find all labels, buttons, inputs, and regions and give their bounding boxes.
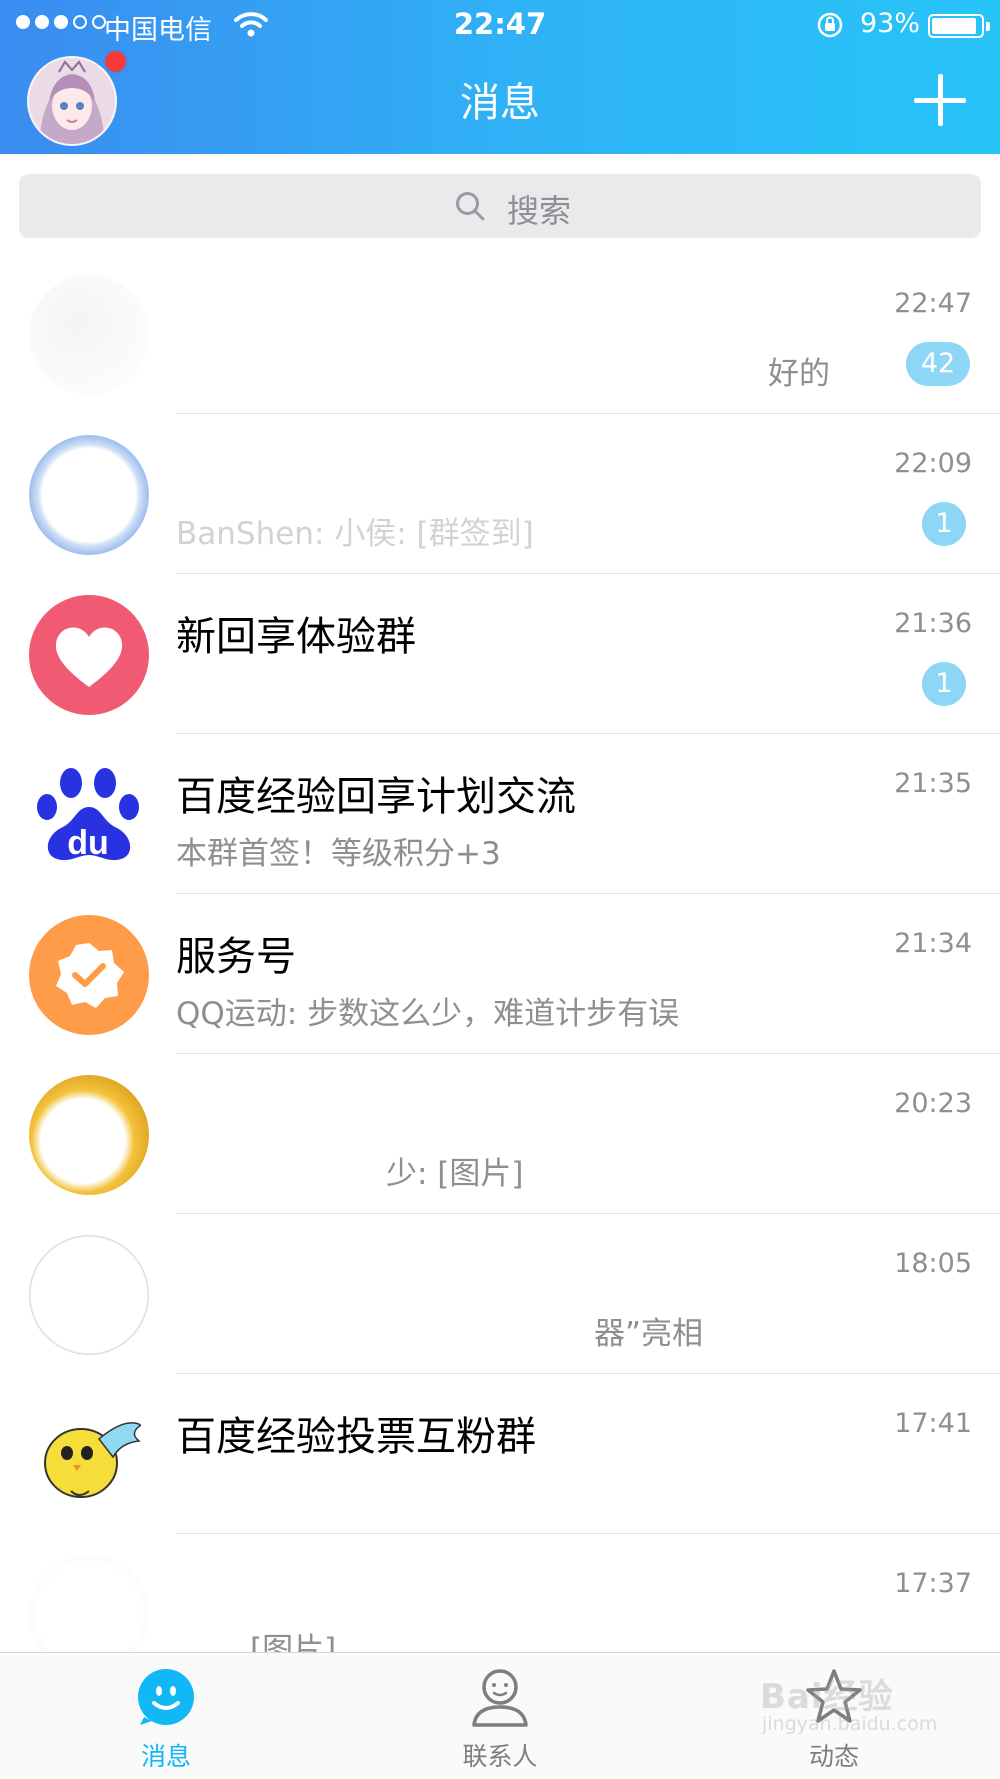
unread-count-badge: 1 (922, 502, 966, 546)
tab-label: 联系人 (462, 1742, 538, 1771)
conversation-time: 21:34 (894, 928, 972, 959)
conversation-preview: 本群首签！等级积分+3 (176, 836, 501, 872)
status-time: 22:47 (453, 7, 547, 41)
conversation-time: 20:23 (894, 1088, 972, 1119)
unread-count-badge: 42 (906, 342, 970, 386)
carrier-name: 中国电信 (104, 15, 212, 46)
tab-label: 消息 (140, 1742, 191, 1771)
verified-badge-icon (29, 915, 149, 1035)
conversation-name: 新回享体验群 (176, 614, 416, 660)
page-title: 消息 (460, 80, 540, 126)
conversation-row[interactable]: 服务号 21:34 QQ运动: 步数这么少，难道计步有误 (0, 896, 1000, 1054)
svg-text:du: du (67, 824, 109, 862)
baidu-paw-icon: du (29, 755, 149, 875)
blurred-avatar (29, 275, 149, 395)
conversation-row[interactable]: 百度经验投票互粉群 17:41 (0, 1376, 1000, 1534)
conversation-name: 服务号 (176, 934, 296, 980)
conversation-row[interactable]: 22:09 BanShen: 小侯: [群签到] 1 (0, 416, 1000, 574)
yellow-chick-icon (29, 1395, 149, 1515)
watermark-logo: Bai经验 (760, 1677, 894, 1717)
conversation-time: 21:35 (894, 768, 972, 799)
conversation-row[interactable]: 22:47 好的 42 (0, 256, 1000, 414)
blurred-avatar (29, 1235, 149, 1355)
blurred-avatar (29, 1075, 149, 1195)
chat-smile-icon (138, 1669, 194, 1725)
conversation-row[interactable]: 17:37 [图片] (0, 1536, 1000, 1675)
tab-contacts[interactable]: 联系人 (400, 1653, 600, 1779)
user-avatar-icon (29, 58, 115, 144)
signal-strength-icon (16, 15, 106, 29)
rotation-lock-icon (817, 12, 843, 38)
conversation-time: 22:47 (894, 288, 972, 319)
tab-bar: 消息 联系人 动态 Bai经验 jingyan.baidu.com (0, 1652, 1000, 1778)
conversation-preview: QQ运动: 步数这么少，难道计步有误 (176, 996, 680, 1032)
conversation-time: 17:41 (894, 1408, 972, 1439)
conversation-time: 22:09 (894, 448, 972, 479)
conversation-row[interactable]: 18:05 器”亮相 (0, 1216, 1000, 1374)
conversation-row[interactable]: 20:23 少: [图片] (0, 1056, 1000, 1214)
conversation-name: 百度经验投票互粉群 (176, 1414, 536, 1460)
unread-count-badge: 1 (922, 662, 966, 706)
conversation-time: 21:36 (894, 608, 972, 639)
battery-icon (928, 14, 984, 38)
conversation-row[interactable]: du 百度经验回享计划交流 21:35 本群首签！等级积分+3 (0, 736, 1000, 894)
watermark-url: jingyan.baidu.com (762, 1713, 938, 1735)
conversation-preview: 器”亮相 (594, 1316, 704, 1352)
person-icon (472, 1669, 528, 1727)
conversation-preview: BanShen: 小侯: [群签到] (176, 516, 534, 552)
status-bar: 中国电信 22:47 93% (0, 0, 1000, 50)
search-placeholder: 搜索 (507, 192, 572, 230)
conversation-time: 18:05 (894, 1248, 972, 1279)
search-icon (456, 192, 485, 221)
conversation-preview: 好的 (768, 356, 830, 392)
tab-messages[interactable]: 消息 (66, 1653, 266, 1779)
header-bar: 中国电信 22:47 93% 消息 (0, 0, 1000, 154)
my-avatar[interactable] (27, 56, 117, 146)
heart-icon (29, 595, 149, 715)
conversation-preview: 少: [图片] (386, 1156, 524, 1192)
add-button[interactable] (912, 72, 968, 128)
tab-label: 动态 (808, 1742, 859, 1771)
conversation-name: 百度经验回享计划交流 (176, 774, 576, 820)
conversation-row[interactable]: 新回享体验群 21:36 1 (0, 576, 1000, 734)
battery-percent: 93% (860, 8, 921, 39)
conversation-time: 17:37 (894, 1568, 972, 1599)
notification-dot (103, 49, 128, 74)
blurred-avatar (29, 435, 149, 555)
search-input[interactable]: 搜索 (19, 174, 981, 238)
wifi-icon (234, 12, 268, 37)
search-area: 搜索 (0, 154, 1000, 254)
